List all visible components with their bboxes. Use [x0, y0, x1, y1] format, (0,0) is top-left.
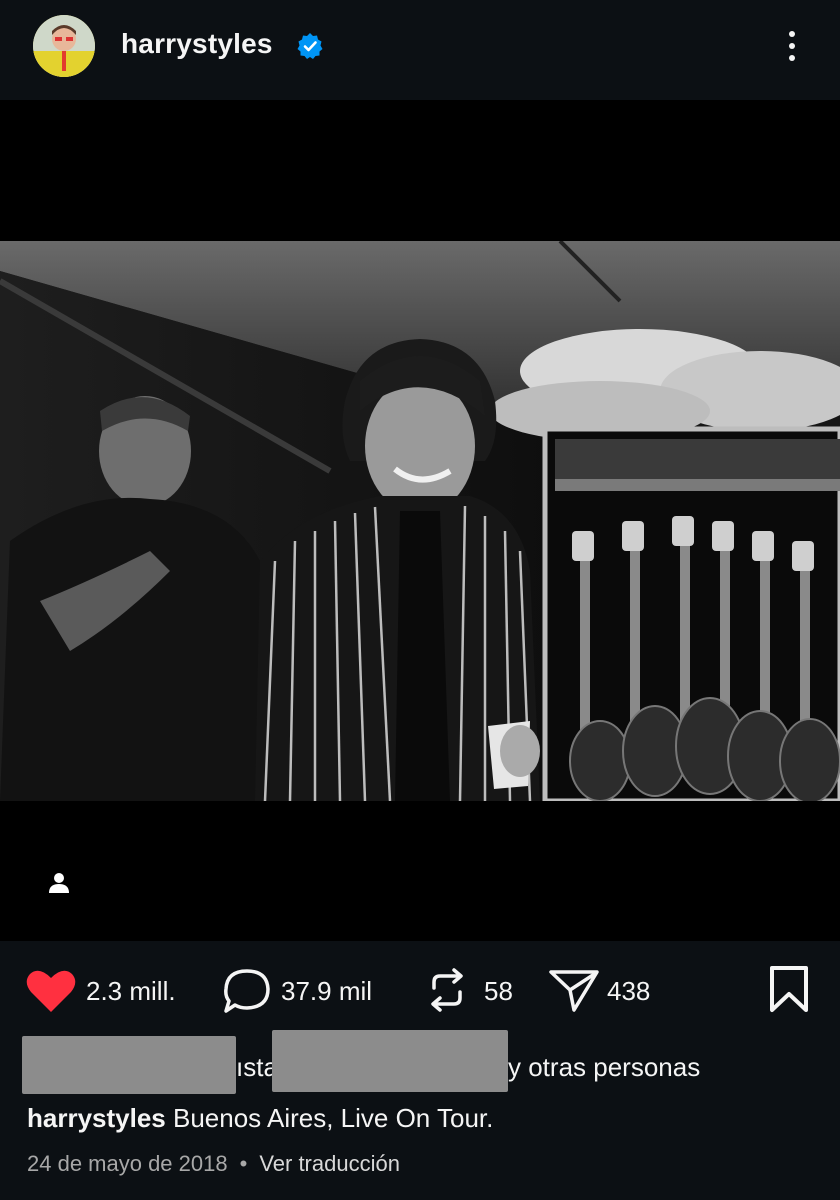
comment-icon[interactable]	[222, 967, 272, 1015]
meta-separator: •	[239, 1151, 248, 1176]
heart-icon[interactable]	[26, 968, 76, 1014]
redacted-username	[22, 1036, 236, 1094]
comments-count[interactable]: 37.9 mil	[281, 974, 372, 1008]
bookmark-icon[interactable]	[768, 964, 810, 1014]
liked-by-suffix[interactable]: y otras personas	[508, 1050, 700, 1084]
verified-badge-icon	[297, 33, 323, 59]
shares-count[interactable]: 438	[607, 974, 650, 1008]
post-photo[interactable]	[0, 241, 840, 801]
user-tag-icon[interactable]	[46, 870, 72, 896]
reposts-count[interactable]: 58	[484, 974, 513, 1008]
likes-count[interactable]: 2.3 mill.	[86, 974, 176, 1008]
repost-icon[interactable]	[424, 966, 470, 1014]
username[interactable]: harrystyles	[121, 28, 273, 60]
see-translation-link[interactable]: Ver traducción	[259, 1151, 400, 1176]
backstage-photo	[0, 241, 840, 801]
avatar[interactable]	[33, 15, 95, 77]
caption-author[interactable]: harrystyles	[27, 1103, 166, 1133]
more-vertical-icon[interactable]	[780, 28, 804, 68]
share-icon[interactable]	[548, 968, 600, 1014]
post-caption: harrystyles Buenos Aires, Live On Tour.	[27, 1100, 493, 1136]
redacted-username	[272, 1030, 508, 1092]
post-meta: 24 de mayo de 2018 • Ver traducción	[27, 1149, 400, 1179]
caption-text: Buenos Aires, Live On Tour.	[173, 1103, 494, 1133]
avatar-image	[33, 15, 95, 77]
post-date: 24 de mayo de 2018	[27, 1151, 228, 1176]
post-header: harrystyles	[0, 0, 840, 100]
